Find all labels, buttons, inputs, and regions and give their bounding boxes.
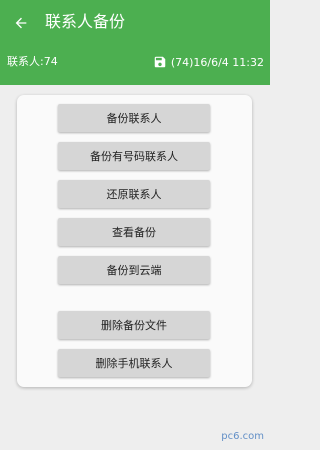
watermark: pc6.com — [221, 431, 264, 442]
actions-card: 备份联系人 备份有号码联系人 还原联系人 查看备份 备份到云端 删除备份文件 删… — [17, 95, 252, 387]
back-button[interactable] — [10, 12, 32, 34]
page-title: 联系人备份 — [45, 12, 126, 31]
floppy-disk-icon — [153, 55, 167, 69]
app-bar: 联系人备份 联系人:74 (74)16/6/4 11:32 — [0, 0, 270, 85]
arrow-back-icon — [15, 17, 27, 29]
delete-backup-file-button[interactable]: 删除备份文件 — [58, 311, 210, 339]
view-backup-button[interactable]: 查看备份 — [58, 218, 210, 246]
delete-phone-contacts-button[interactable]: 删除手机联系人 — [58, 349, 210, 377]
contact-count: 联系人:74 — [7, 55, 58, 68]
backup-contacts-button[interactable]: 备份联系人 — [58, 104, 210, 132]
restore-contacts-button[interactable]: 还原联系人 — [58, 180, 210, 208]
last-backup-info: (74)16/6/4 11:32 — [153, 54, 264, 70]
backup-info-text: (74)16/6/4 11:32 — [170, 55, 264, 69]
backup-to-cloud-button[interactable]: 备份到云端 — [58, 256, 210, 284]
backup-contacts-with-number-button[interactable]: 备份有号码联系人 — [58, 142, 210, 170]
